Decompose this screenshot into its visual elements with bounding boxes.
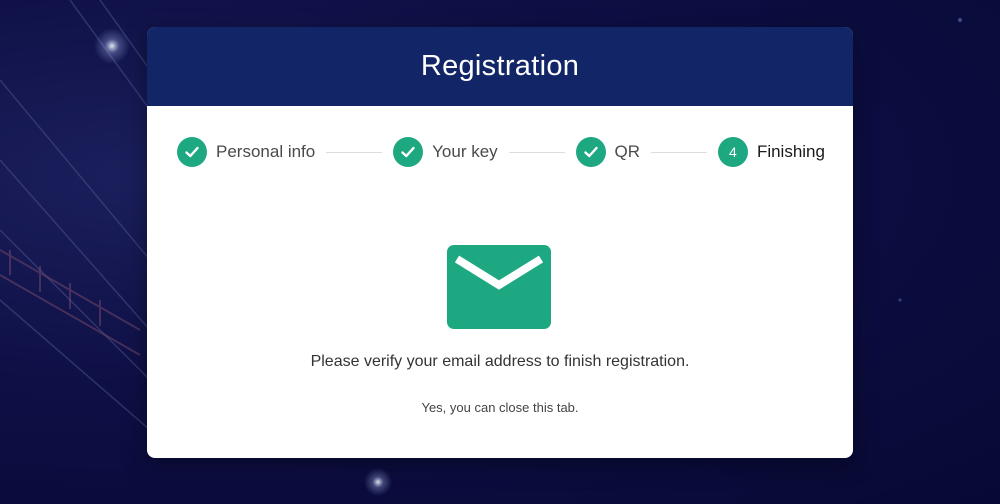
step-finishing: 4 Finishing [717, 137, 825, 167]
step-your-key: Your key [393, 137, 498, 167]
envelope-icon [447, 245, 551, 329]
registration-stepper: Personal info Your key QR 4 Finishing [177, 136, 825, 168]
close-tab-note: Yes, you can close this tab. [421, 400, 579, 415]
page-title: Registration [420, 50, 580, 82]
check-icon [575, 137, 606, 167]
step-label: Your key [432, 142, 498, 161]
step-connector [326, 151, 383, 153]
step-connector [508, 151, 565, 153]
registration-card: Registration Personal info Your key QR 4… [147, 27, 853, 458]
step-label: Personal info [216, 142, 316, 161]
step-qr: QR [575, 137, 641, 167]
step-label: QR [614, 142, 641, 161]
step-label: Finishing [756, 142, 825, 161]
check-icon [393, 137, 424, 167]
step-connector [651, 151, 707, 153]
step-number: 4 [717, 137, 748, 167]
card-header: Registration [147, 27, 853, 106]
step-personal-info: Personal info [177, 137, 315, 167]
verify-email-message: Please verify your email address to fini… [310, 353, 690, 370]
check-icon [177, 137, 207, 167]
